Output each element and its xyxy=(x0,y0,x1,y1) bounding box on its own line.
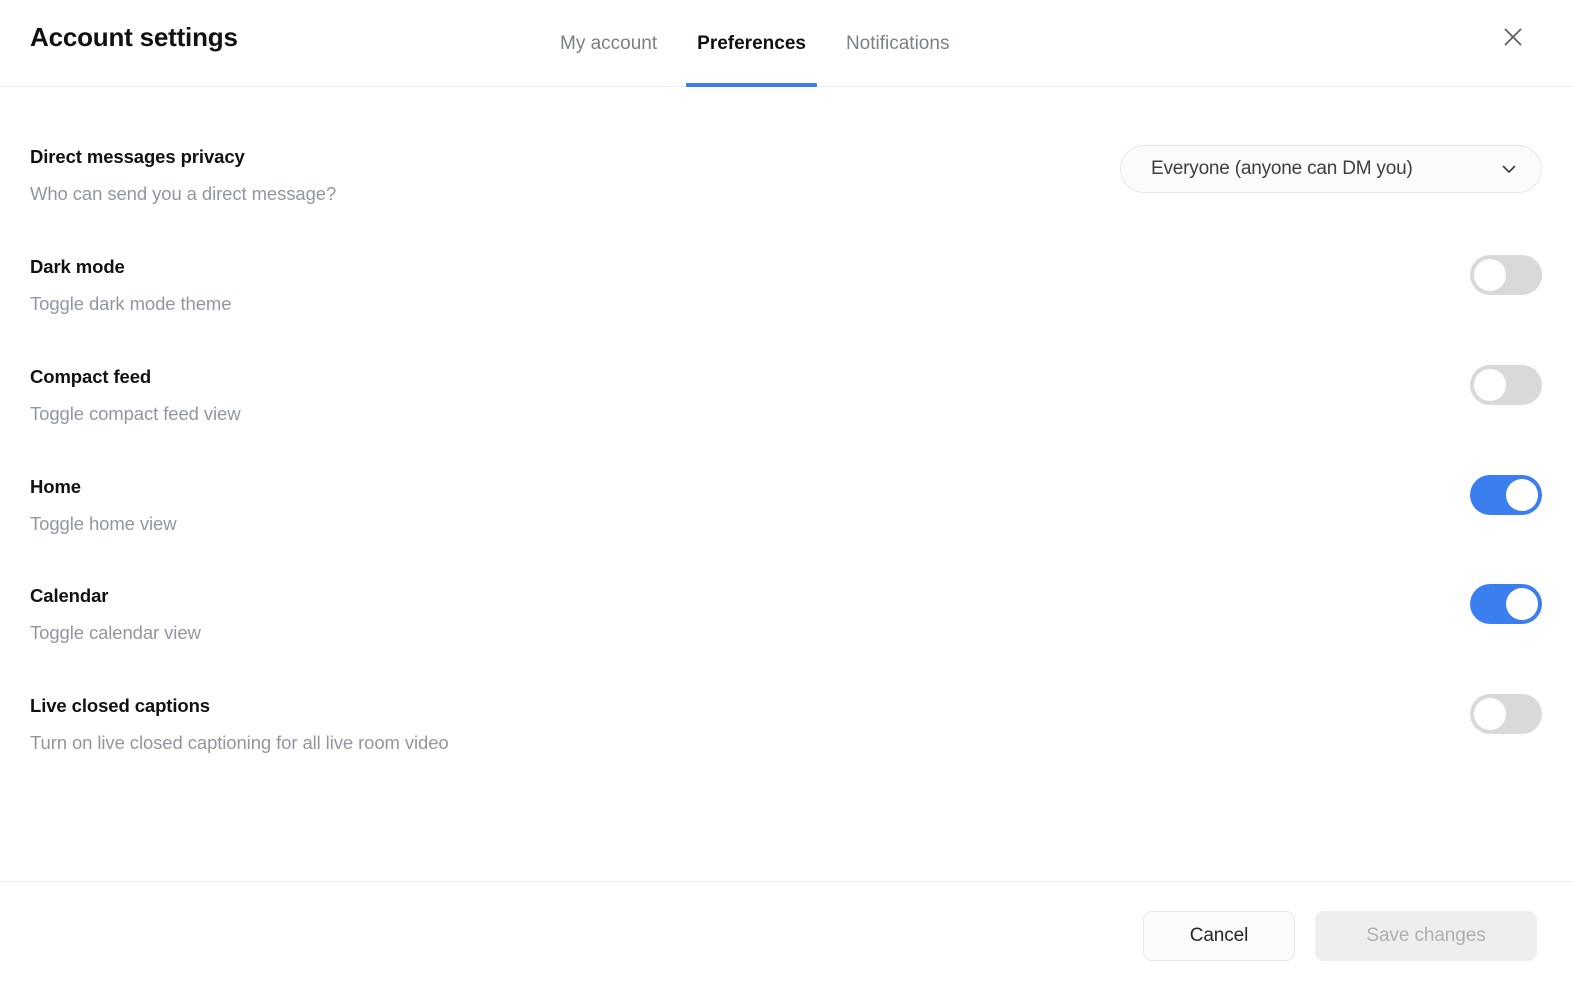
setting-row-dark-mode: Dark mode Toggle dark mode theme xyxy=(30,255,1542,316)
close-button[interactable] xyxy=(1498,22,1528,52)
row-control xyxy=(1452,694,1542,734)
close-icon xyxy=(1504,28,1522,46)
toggle-knob xyxy=(1474,369,1506,401)
row-control xyxy=(1452,584,1542,624)
row-description: Who can send you a direct message? xyxy=(30,183,337,204)
dialog-header: Account settings My account Preferences … xyxy=(0,0,1572,87)
tab-label: My account xyxy=(560,32,658,54)
live-closed-captions-toggle[interactable] xyxy=(1470,694,1542,734)
row-description: Toggle home view xyxy=(30,513,177,534)
row-text: Home Toggle home view xyxy=(30,475,177,536)
row-title: Home xyxy=(30,476,81,497)
compact-feed-toggle[interactable] xyxy=(1470,365,1542,405)
row-description: Turn on live closed captioning for all l… xyxy=(30,732,449,753)
setting-row-live-closed-captions: Live closed captions Turn on live closed… xyxy=(30,694,1542,755)
row-text: Calendar Toggle calendar view xyxy=(30,584,201,645)
dialog-footer: Cancel Save changes xyxy=(0,881,1572,990)
save-changes-button[interactable]: Save changes xyxy=(1315,911,1537,961)
toggle-knob xyxy=(1474,698,1506,730)
setting-row-home: Home Toggle home view xyxy=(30,475,1542,536)
setting-row-direct-messages-privacy: Direct messages privacy Who can send you… xyxy=(30,145,1542,206)
toggle-knob xyxy=(1474,259,1506,291)
row-title: Dark mode xyxy=(30,256,125,277)
row-description: Toggle dark mode theme xyxy=(30,293,232,314)
tab-notifications[interactable]: Notifications xyxy=(826,0,970,87)
tab-bar: My account Preferences Notifications xyxy=(540,0,969,87)
row-title: Live closed captions xyxy=(30,695,210,716)
select-value: Everyone (anyone can DM you) xyxy=(1151,158,1413,179)
tab-label: Notifications xyxy=(845,32,950,54)
row-description: Toggle compact feed view xyxy=(30,403,241,424)
tab-preferences[interactable]: Preferences xyxy=(677,0,826,87)
toggle-knob xyxy=(1506,479,1538,511)
toggle-knob xyxy=(1506,588,1538,620)
calendar-toggle[interactable] xyxy=(1470,584,1542,624)
tab-label: Preferences xyxy=(697,32,806,54)
tab-my-account[interactable]: My account xyxy=(540,0,677,87)
row-text: Compact feed Toggle compact feed view xyxy=(30,365,241,426)
cancel-button[interactable]: Cancel xyxy=(1143,911,1295,961)
row-control xyxy=(1452,475,1542,515)
row-title: Direct messages privacy xyxy=(30,146,245,167)
row-control xyxy=(1452,365,1542,405)
row-title: Compact feed xyxy=(30,366,152,387)
row-control: Everyone (anyone can DM you) xyxy=(1120,145,1542,193)
row-text: Direct messages privacy Who can send you… xyxy=(30,145,336,206)
direct-messages-privacy-select[interactable]: Everyone (anyone can DM you) xyxy=(1120,145,1542,193)
dark-mode-toggle[interactable] xyxy=(1470,255,1542,295)
row-description: Toggle calendar view xyxy=(30,622,201,643)
row-text: Dark mode Toggle dark mode theme xyxy=(30,255,232,316)
chevron-down-icon xyxy=(1502,165,1516,173)
row-control xyxy=(1452,255,1542,295)
account-settings-dialog: Account settings My account Preferences … xyxy=(0,0,1572,990)
preferences-panel: Direct messages privacy Who can send you… xyxy=(0,87,1572,881)
setting-row-calendar: Calendar Toggle calendar view xyxy=(30,584,1542,645)
home-toggle[interactable] xyxy=(1470,475,1542,515)
row-text: Live closed captions Turn on live closed… xyxy=(30,694,449,755)
row-title: Calendar xyxy=(30,585,109,606)
page-title: Account settings xyxy=(30,22,238,52)
setting-row-compact-feed: Compact feed Toggle compact feed view xyxy=(30,365,1542,426)
